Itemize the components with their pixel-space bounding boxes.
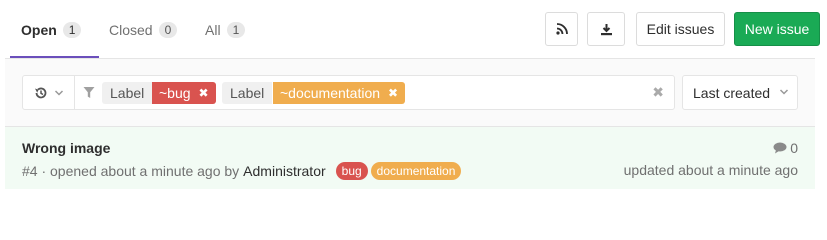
filter-token-value-text: ~bug xyxy=(159,85,191,101)
recent-searches-dropdown[interactable] xyxy=(23,76,75,109)
active-tab-indicator xyxy=(10,56,99,58)
tab-all-label: All xyxy=(205,21,221,38)
issue-label-documentation[interactable]: documentation xyxy=(370,162,462,180)
rss-button[interactable] xyxy=(545,12,578,46)
tab-closed-count: 0 xyxy=(158,21,178,38)
remove-token-icon[interactable]: ✖ xyxy=(199,82,209,104)
download-icon xyxy=(600,23,613,36)
new-issue-button[interactable]: New issue xyxy=(734,12,820,46)
tab-all-count: 1 xyxy=(226,21,246,38)
sort-dropdown[interactable]: Last created xyxy=(682,75,798,110)
remove-token-icon[interactable]: ✖ xyxy=(388,82,398,104)
tab-open-label: Open xyxy=(21,21,57,38)
chevron-down-icon xyxy=(54,89,64,97)
issue-meta: #4 · opened about a minute ago by Admini… xyxy=(22,162,462,180)
issue-author-link[interactable]: Administrator xyxy=(243,163,325,179)
filter-token-value[interactable]: ~documentation ✖ xyxy=(273,82,406,104)
filtered-search-input[interactable]: Label ~bug ✖ Label ~documentation ✖ ✖ xyxy=(22,75,675,110)
tab-closed-label: Closed xyxy=(109,21,153,38)
issue-label-bug[interactable]: bug xyxy=(335,162,368,180)
issue-list-item[interactable]: Wrong image #4 · opened about a minute a… xyxy=(5,127,815,189)
filter-icon xyxy=(83,86,95,99)
filter-token-name[interactable]: Label xyxy=(222,82,273,104)
download-button[interactable] xyxy=(587,12,625,46)
chevron-down-icon xyxy=(779,85,789,99)
edit-issues-button[interactable]: Edit issues xyxy=(636,12,725,46)
filter-token-value[interactable]: ~bug ✖ xyxy=(152,82,216,104)
issue-comments[interactable]: 0 xyxy=(773,140,798,156)
sort-dropdown-label: Last created xyxy=(693,84,771,101)
rss-icon xyxy=(555,23,568,35)
issues-tabs-bar: Open 1 Closed 0 All 1 Edit issues New is… xyxy=(5,0,820,59)
filter-token-name[interactable]: Label xyxy=(102,82,153,104)
filter-token-value-text: ~documentation xyxy=(280,85,381,101)
filter-bar: Label ~bug ✖ Label ~documentation ✖ ✖ La… xyxy=(5,59,815,127)
comments-icon xyxy=(773,142,787,154)
tab-open-count: 1 xyxy=(62,21,82,38)
comments-count: 0 xyxy=(790,140,798,156)
tab-all[interactable]: All 1 xyxy=(205,0,246,59)
issue-title-link[interactable]: Wrong image xyxy=(22,140,110,156)
tab-closed[interactable]: Closed 0 xyxy=(109,0,178,59)
clear-search-icon[interactable]: ✖ xyxy=(652,84,664,101)
tab-open[interactable]: Open 1 xyxy=(21,0,82,59)
issue-updated-time: updated about a minute ago xyxy=(623,162,798,178)
issue-meta-text: #4 · opened about a minute ago by xyxy=(22,163,240,179)
history-icon xyxy=(34,86,48,100)
